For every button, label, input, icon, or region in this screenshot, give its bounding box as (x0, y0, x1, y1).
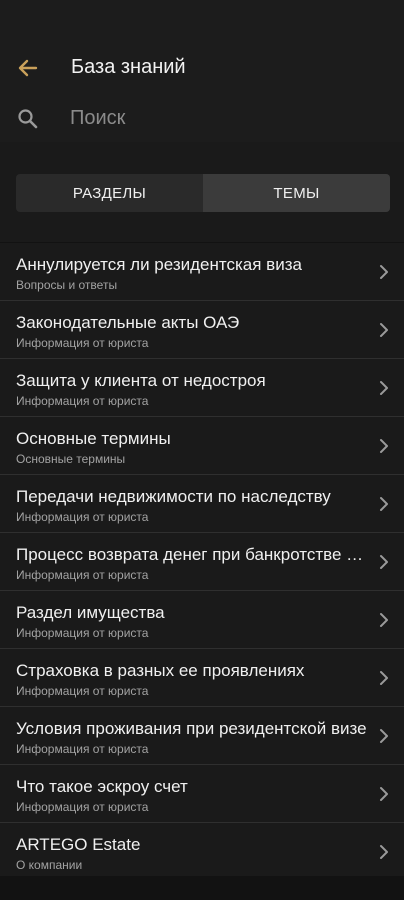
segmented-tabs: РАЗДЕЛЫ ТЕМЫ (16, 174, 390, 212)
list-item[interactable]: Защита у клиента от недостроя Информация … (0, 359, 404, 417)
list-item-subtitle: О компании (16, 858, 83, 872)
list-item[interactable]: Основные термины Основные термины (0, 417, 404, 475)
list-item-subtitle: Информация от юриста (16, 510, 149, 524)
tab-topics[interactable]: ТЕМЫ (203, 174, 390, 212)
list-item-title: Защита у клиента от недостроя (16, 371, 266, 390)
chevron-right-icon (380, 729, 388, 743)
list-item-subtitle: Информация от юриста (16, 800, 149, 814)
list-item-title: Основные термины (16, 429, 171, 448)
search-input[interactable] (62, 102, 398, 134)
list-item-subtitle: Информация от юриста (16, 336, 149, 350)
chevron-right-icon (380, 613, 388, 627)
tab-sections[interactable]: РАЗДЕЛЫ (16, 174, 203, 212)
list-item-title: Законодательные акты ОАЭ (16, 313, 240, 332)
list-item-subtitle: Вопросы и ответы (16, 278, 118, 292)
list-item-subtitle: Информация от юриста (16, 742, 149, 756)
app-header: База знаний (0, 0, 404, 142)
list-item[interactable]: ARTEGO Estate О компании (0, 823, 404, 880)
list-item-title: Что такое эскроу счет (16, 777, 188, 796)
search-icon (18, 109, 38, 129)
chevron-right-icon (380, 323, 388, 337)
chevron-right-icon (380, 381, 388, 395)
list-item-title: Передачи недвижимости по наследству (16, 487, 331, 506)
list-item[interactable]: Законодательные акты ОАЭ Информация от юр… (0, 301, 404, 359)
bottom-bar (0, 876, 404, 900)
list-item[interactable]: Передачи недвижимости по наследству Инфор… (0, 475, 404, 533)
list-item[interactable]: Процесс возврата денег при банкротстве з… (0, 533, 404, 591)
list-item[interactable]: Условия проживания при резидентской визе… (0, 707, 404, 765)
chevron-right-icon (380, 671, 388, 685)
list-item-title: ARTEGO Estate (16, 835, 141, 854)
chevron-right-icon (380, 555, 388, 569)
page-title: База знаний (71, 56, 186, 78)
list-item-subtitle: Информация от юриста (16, 394, 149, 408)
tabs-area: РАЗДЕЛЫ ТЕМЫ (0, 142, 404, 242)
chevron-right-icon (380, 497, 388, 511)
list-item-subtitle: Информация от юриста (16, 684, 149, 698)
list-item-title: Раздел имущества (16, 603, 165, 622)
back-button[interactable] (14, 54, 42, 82)
list-item[interactable]: Раздел имущества Информация от юриста (0, 591, 404, 649)
list-item[interactable]: Страховка в разных ее проявлениях Информа… (0, 649, 404, 707)
chevron-right-icon (380, 845, 388, 859)
list-item-title: Процесс возврата денег при банкротстве з… (16, 545, 368, 564)
list-item[interactable]: Что такое эскроу счет Информация от юрист… (0, 765, 404, 823)
list-item-subtitle: Основные термины (16, 452, 126, 466)
list-item-subtitle: Информация от юриста (16, 568, 149, 582)
chevron-right-icon (380, 787, 388, 801)
chevron-right-icon (380, 439, 388, 453)
list-item-subtitle: Информация от юриста (16, 626, 149, 640)
list-item[interactable]: Аннулируется ли резидентская виза Вопросы… (0, 243, 404, 301)
chevron-right-icon (380, 265, 388, 279)
arrow-left-icon (18, 59, 38, 77)
topics-list: Аннулируется ли резидентская виза Вопросы… (0, 243, 404, 880)
list-item-title: Условия проживания при резидентской визе (16, 719, 367, 738)
list-item-title: Аннулируется ли резидентская виза (16, 255, 302, 274)
list-item-title: Страховка в разных ее проявлениях (16, 661, 305, 680)
